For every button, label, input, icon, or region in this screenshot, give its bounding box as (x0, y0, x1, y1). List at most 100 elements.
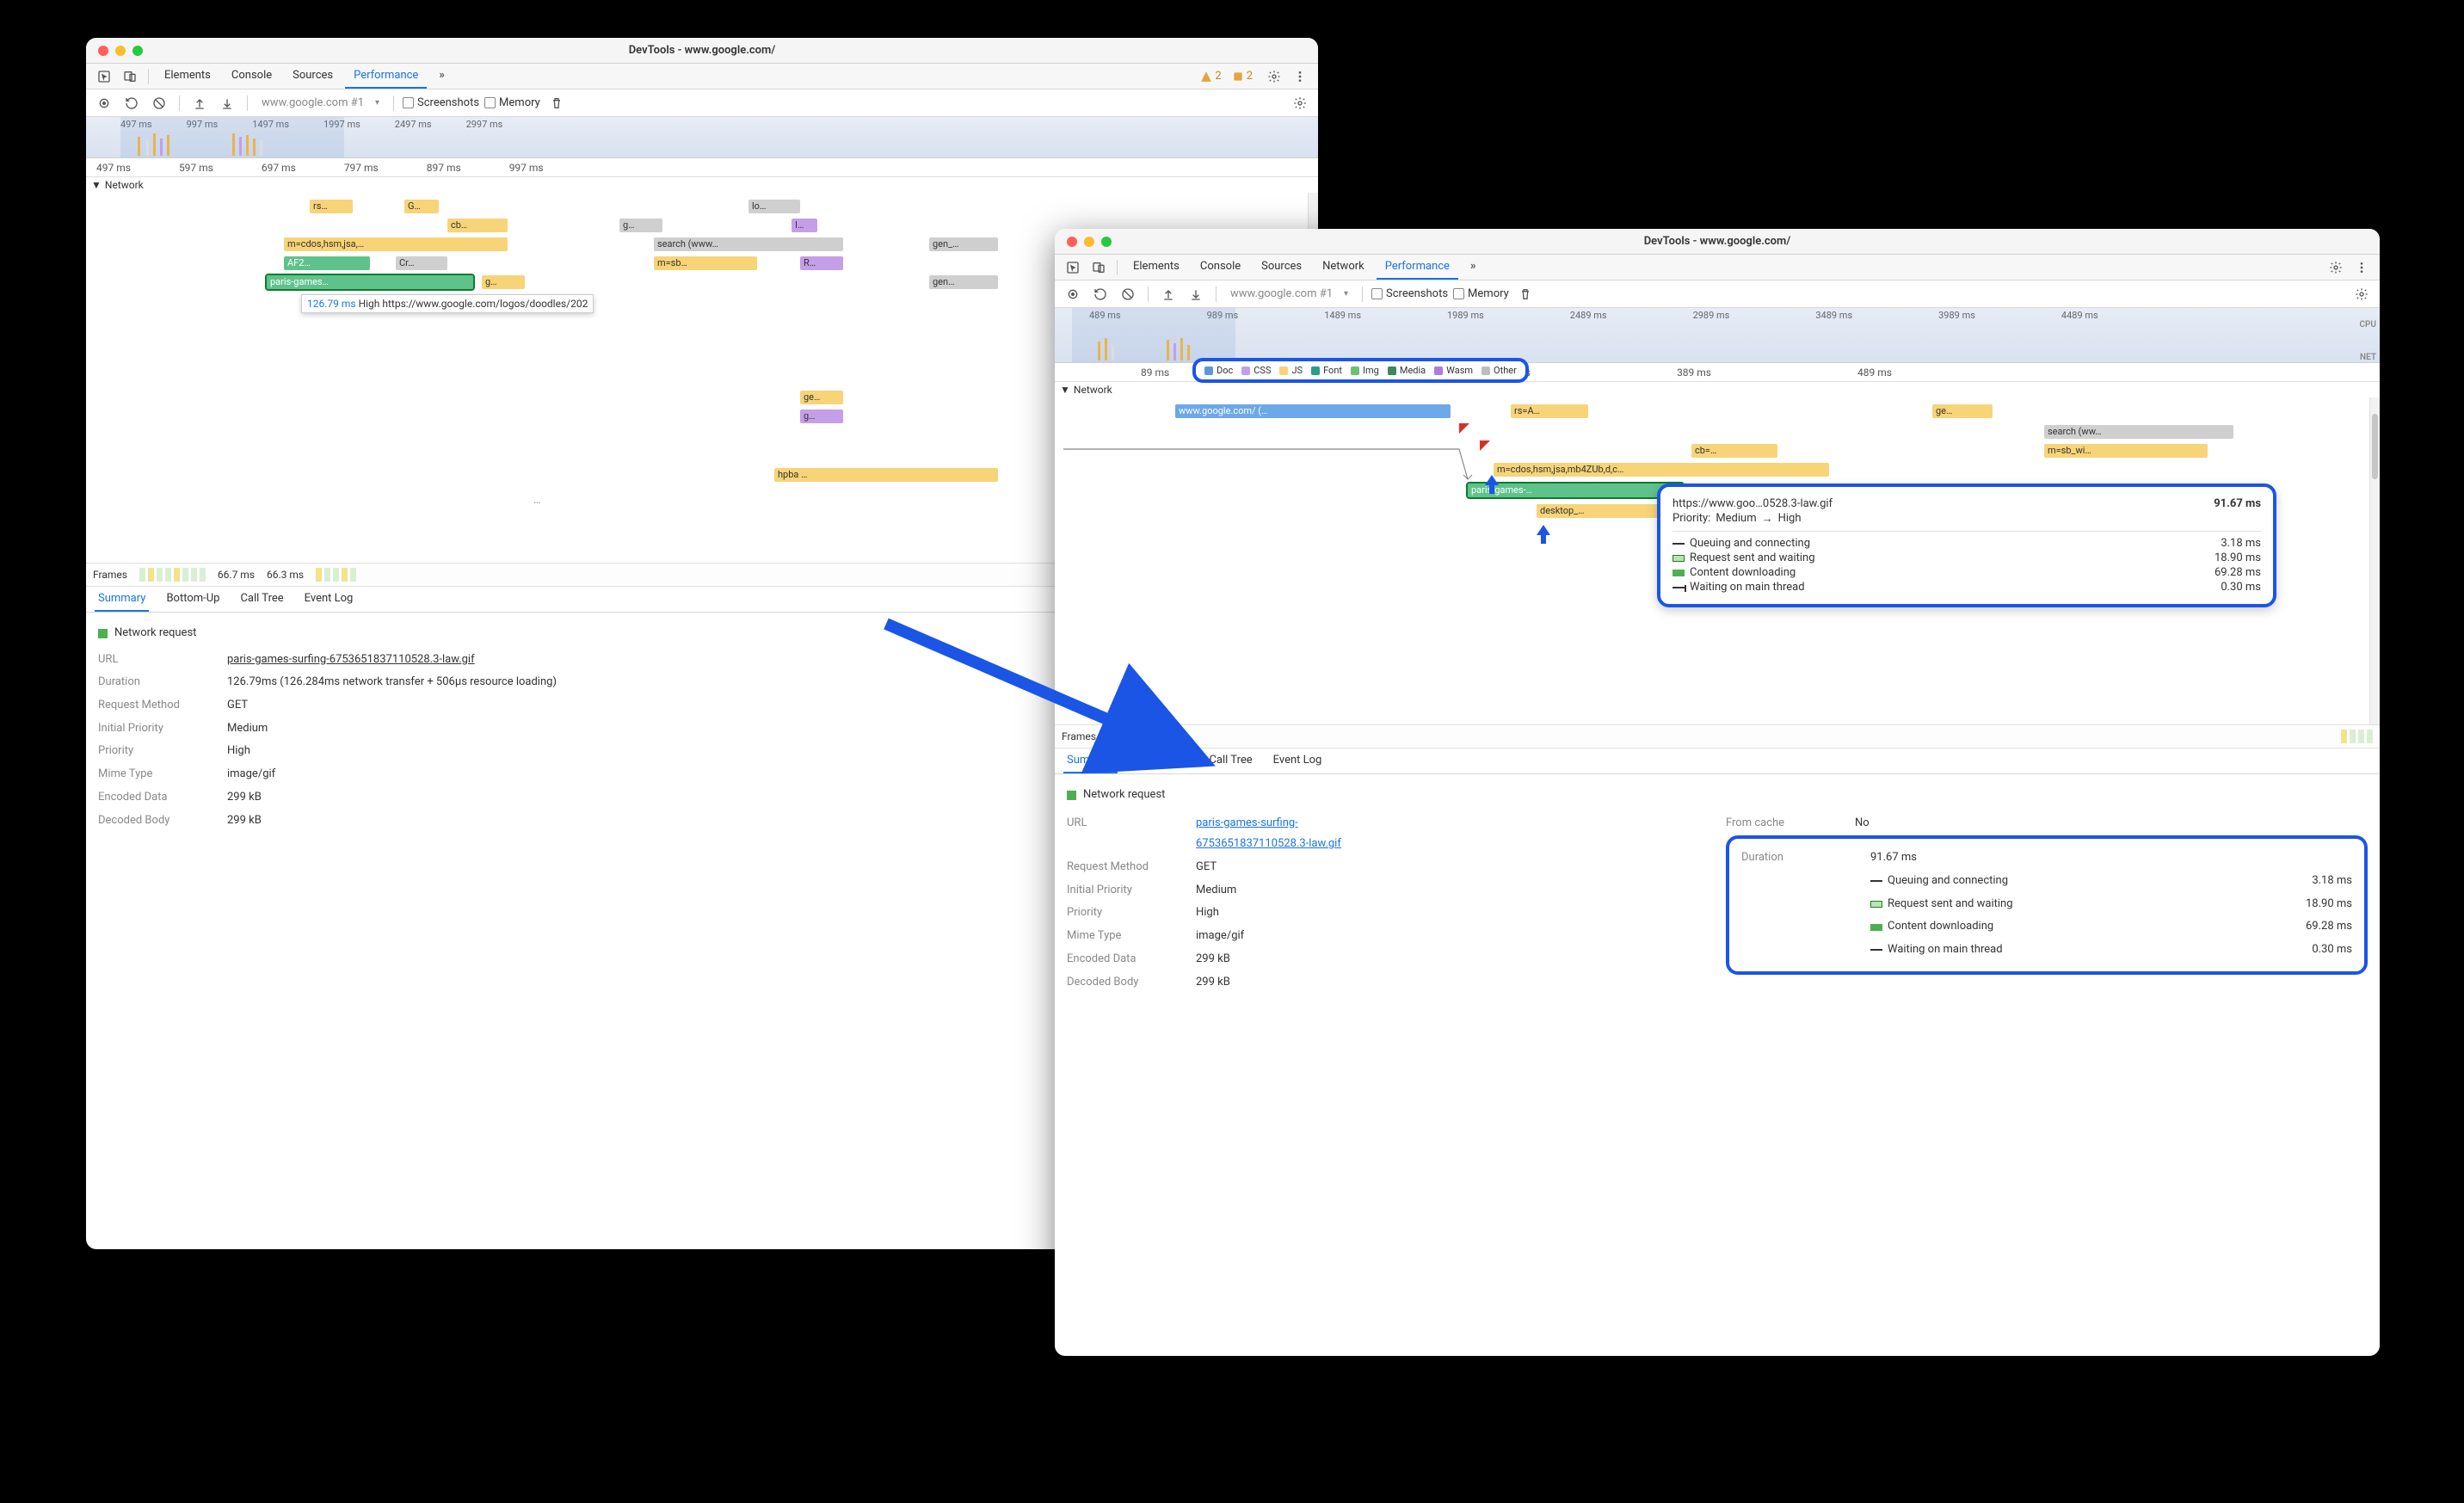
close-icon[interactable] (1067, 237, 1077, 247)
recording-select[interactable]: www.google.com #1 (1225, 287, 1353, 300)
request-url-link[interactable]: paris-games-surfing-6753651837110528.3-l… (1196, 816, 1341, 851)
issues-badge[interactable]: 2 (1232, 70, 1253, 83)
tab-console[interactable]: Console (223, 64, 280, 89)
inspect-icon[interactable] (1062, 256, 1084, 279)
perf-settings-icon[interactable] (2350, 283, 2373, 305)
flame-bar[interactable]: R… (800, 256, 843, 270)
network-track-header[interactable]: ▼ Network (1055, 382, 1118, 397)
flame-bar[interactable]: G… (404, 200, 439, 213)
flame-bar[interactable]: AF2… (284, 256, 370, 270)
flame-bar[interactable]: search (ww… (2044, 425, 2233, 439)
flame-bar[interactable]: g… (482, 275, 525, 289)
tab-summary[interactable]: Summary (95, 587, 149, 612)
zoom-icon[interactable] (132, 46, 143, 56)
flame-bar[interactable]: m=cdos,hsm,jsa,mb4ZUb,d,c… (1494, 463, 1829, 477)
request-url-link[interactable]: paris-games-surfing-6753651837110528.3-l… (227, 650, 475, 671)
flame-bar[interactable]: m=cdos,hsm,jsa,… (284, 237, 508, 251)
more-tabs-icon[interactable]: » (430, 64, 453, 89)
screenshots-checkbox[interactable]: Screenshots (1371, 287, 1448, 300)
clear-icon[interactable] (148, 92, 170, 114)
reload-record-icon[interactable] (120, 92, 143, 114)
flame-bar[interactable]: ge… (1932, 404, 1993, 418)
kebab-icon[interactable] (1289, 65, 1311, 88)
flame-bar[interactable]: gen… (929, 275, 998, 289)
memory-checkbox[interactable]: Memory (1453, 287, 1509, 300)
tab-elements[interactable]: Elements (1124, 255, 1188, 280)
category-swatch-icon (98, 629, 108, 638)
clear-icon[interactable] (1117, 283, 1139, 305)
flame-bar[interactable]: ge… (800, 391, 843, 404)
flame-bar[interactable]: gen_… (929, 237, 998, 251)
tab-performance[interactable]: Performance (1377, 255, 1458, 280)
download-icon[interactable] (1185, 283, 1207, 305)
ellipsis-indicator: … (533, 494, 541, 507)
close-icon[interactable] (98, 46, 108, 56)
tab-eventlog[interactable]: Event Log (301, 587, 357, 612)
gc-icon[interactable] (545, 92, 568, 114)
flame-bar[interactable]: g… (619, 219, 662, 232)
reload-record-icon[interactable] (1089, 283, 1112, 305)
tab-bottomup[interactable]: Bottom-Up (163, 587, 223, 612)
settings-icon[interactable] (2325, 256, 2347, 279)
chevron-down-icon: ▼ (91, 179, 102, 191)
flame-bar[interactable]: I… (792, 219, 817, 232)
flame-bar[interactable]: rs… (310, 200, 353, 213)
vertical-scrollbar[interactable] (2369, 397, 2380, 724)
more-tabs-icon[interactable]: » (1462, 255, 1485, 280)
flame-bar-selected[interactable]: paris-games-… (1468, 484, 1683, 497)
request-hover-card: https://www.goo…0528.3-law.gif 91.67 ms … (1657, 484, 2276, 607)
memory-checkbox[interactable]: Memory (484, 96, 540, 109)
tab-sources[interactable]: Sources (1253, 255, 1310, 280)
perf-toolbar: www.google.com #1 Screenshots Memory (1055, 280, 2380, 308)
tab-eventlog[interactable]: Event Log (1270, 748, 1326, 773)
perf-settings-icon[interactable] (1289, 92, 1311, 114)
frames-track[interactable]: Frames (1055, 724, 2380, 748)
arrow-right-icon: → (1762, 512, 1773, 526)
settings-icon[interactable] (1263, 65, 1285, 88)
tab-console[interactable]: Console (1192, 255, 1249, 280)
network-flamechart[interactable]: www.google.com/ (… rs=A… ge… cb=… search… (1055, 397, 2380, 724)
panel-tabs: Elements Console Sources Performance » 2… (86, 64, 1318, 89)
minimize-icon[interactable] (1084, 237, 1094, 247)
annotation-arrow-icon (878, 615, 1239, 787)
flame-bar[interactable]: m=sb… (654, 256, 757, 270)
minimize-icon[interactable] (115, 46, 126, 56)
record-icon[interactable] (93, 92, 115, 114)
device-toggle-icon[interactable] (119, 65, 141, 88)
warnings-badge[interactable]: 2 (1200, 70, 1221, 83)
time-ruler[interactable]: 497 ms 597 ms 697 ms 797 ms 897 ms 997 m… (86, 158, 1318, 177)
screenshots-checkbox[interactable]: Screenshots (403, 96, 479, 109)
tab-elements[interactable]: Elements (156, 64, 219, 89)
flame-bar[interactable]: g… (800, 410, 843, 423)
overview-timeline[interactable]: 497 ms 997 ms 1497 ms 1997 ms 2497 ms 29… (86, 117, 1318, 158)
titlebar[interactable]: DevTools - www.google.com/ (86, 38, 1318, 64)
zoom-icon[interactable] (1101, 237, 1112, 247)
inspect-icon[interactable] (93, 65, 115, 88)
flame-bar[interactable]: Cr… (396, 256, 447, 270)
tab-performance[interactable]: Performance (345, 64, 427, 89)
flame-bar[interactable]: cb=… (1691, 444, 1777, 458)
record-icon[interactable] (1062, 283, 1084, 305)
upload-icon[interactable] (1157, 283, 1180, 305)
flame-bar[interactable]: hpba … (774, 468, 998, 482)
flame-bar[interactable]: rs=A… (1511, 404, 1588, 418)
flame-bar[interactable]: m=sb_wi… (2044, 444, 2208, 458)
flame-bar[interactable]: lo… (748, 200, 800, 213)
flame-bar-selected[interactable]: paris-games… (267, 275, 473, 289)
flame-bar[interactable]: www.google.com/ (… (1175, 404, 1451, 418)
device-toggle-icon[interactable] (1087, 256, 1110, 279)
gc-icon[interactable] (1514, 283, 1537, 305)
download-icon[interactable] (216, 92, 238, 114)
recording-select[interactable]: www.google.com #1 (256, 96, 385, 109)
network-track-header[interactable]: ▼ Network (86, 177, 149, 193)
flame-bar[interactable]: search (www… (654, 237, 843, 251)
titlebar[interactable]: DevTools - www.google.com/ (1055, 229, 2380, 255)
upload-icon[interactable] (188, 92, 211, 114)
tab-network[interactable]: Network (1314, 255, 1373, 280)
overview-timeline[interactable]: 489 ms 989 ms 1489 ms 1989 ms 2489 ms 29… (1055, 308, 2380, 363)
flame-bar[interactable]: cb… (447, 219, 508, 232)
tab-calltree[interactable]: Call Tree (237, 587, 286, 612)
duration-value: 126.79ms (126.284ms network transfer + 5… (227, 672, 557, 693)
tab-sources[interactable]: Sources (284, 64, 342, 89)
kebab-icon[interactable] (2350, 256, 2373, 279)
